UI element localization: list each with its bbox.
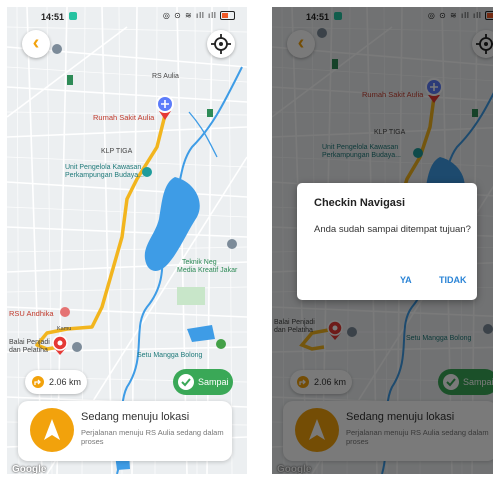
arrive-button[interactable]: Sampai xyxy=(173,369,233,395)
map-label-setu-mangga: Setu Mangga Bolong xyxy=(137,352,203,359)
crosshair-icon xyxy=(211,34,231,54)
chevron-left-icon: ‹ xyxy=(32,32,40,54)
phone-screen-checkin-dialog: Rumah Sakit Aulia KLP TIGA Unit Pengelol… xyxy=(272,7,493,474)
map-label-teknik-neg: Teknik Neg xyxy=(182,259,217,266)
checkin-dialog: Checkin Navigasi Anda sudah sampai ditem… xyxy=(297,183,477,300)
map-label-klp-tiga: KLP TIGA xyxy=(101,148,133,155)
dialog-yes-button[interactable]: YA xyxy=(400,275,412,285)
map-label-media-kreatif: Media Kreatif Jakar xyxy=(177,267,238,274)
map-label-rsu-andhika: RSU Andhika xyxy=(9,309,54,318)
google-logo: Google xyxy=(12,464,47,474)
map-label-balai-1: Balai Penjadi xyxy=(9,339,50,346)
status-card-description: Perjalanan menuju RS Aulia sedang dalam … xyxy=(81,428,224,446)
navigation-arrow-icon xyxy=(30,408,74,452)
check-icon xyxy=(178,374,194,390)
map-label-balai-2: dan Pelatiha xyxy=(9,347,48,354)
map-label-kamu: Kamu xyxy=(57,326,72,332)
my-location-button[interactable] xyxy=(207,30,235,58)
status-time: 14:51 xyxy=(41,12,65,22)
battery-icon xyxy=(220,11,235,21)
distance-chip: 2.06 km xyxy=(25,370,87,394)
arrive-button-label: Sampai xyxy=(198,377,229,387)
status-icons: ◎ ⊙ ≋ ıll ıll xyxy=(163,11,235,21)
map-label-rumah-sakit-aulia[interactable]: Rumah Sakit Aulia xyxy=(93,114,154,122)
map-label-unit-pengelola-2: Perkampungan Budaya... xyxy=(65,172,144,179)
back-button[interactable]: ‹ xyxy=(22,30,50,58)
notification-icon xyxy=(69,12,77,20)
dialog-message: Anda sudah sampai ditempat tujuan? xyxy=(314,224,471,235)
status-bar: 14:51 ◎ ⊙ ≋ ıll ıll xyxy=(7,7,247,27)
distance-value: 2.06 km xyxy=(49,377,82,387)
map-label-unit-pengelola-1: Unit Pengelola Kawasan xyxy=(65,164,142,171)
dialog-no-button[interactable]: TIDAK xyxy=(439,275,467,285)
dialog-title: Checkin Navigasi xyxy=(314,197,406,209)
phone-screen-navigation: RS Aulia Rumah Sakit Aulia KLP TIGA Unit… xyxy=(7,7,247,474)
route-arrow-icon xyxy=(32,376,44,388)
status-card-title: Sedang menuju lokasi xyxy=(81,411,190,423)
map-label-rs-aulia: RS Aulia xyxy=(152,73,179,80)
navigation-status-card: Sedang menuju lokasi Perjalanan menuju R… xyxy=(18,401,232,461)
